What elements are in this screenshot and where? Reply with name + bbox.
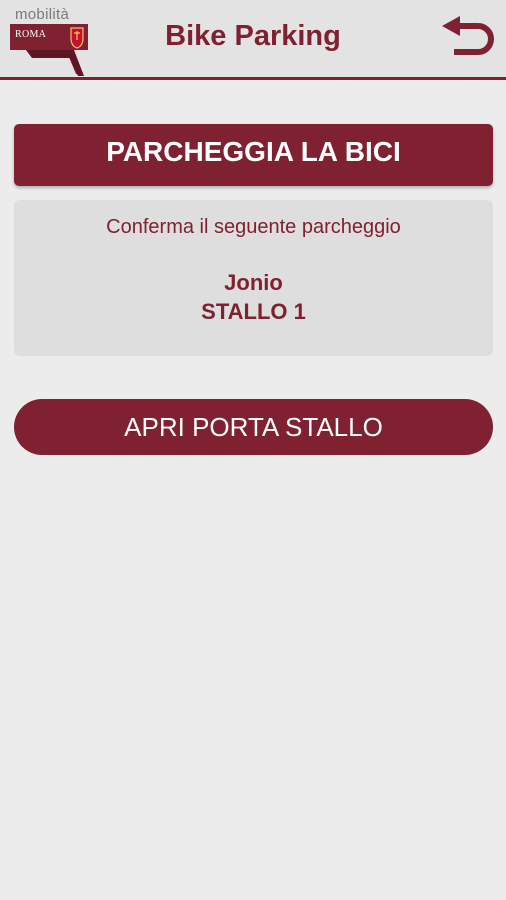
undo-arrow-icon [442, 16, 494, 55]
open-stall-door-button[interactable]: APRI PORTA STALLO [14, 399, 493, 455]
app-screen: mobilità ROMA Bike Parking PARCHEGGIA LA… [0, 0, 506, 900]
page-title: Bike Parking [165, 20, 341, 52]
confirm-parking-card: Conferma il seguente parcheggio Jonio ST… [14, 200, 493, 356]
back-button[interactable] [440, 16, 496, 64]
app-header: mobilità ROMA Bike Parking [0, 0, 506, 80]
parking-stall-name: STALLO 1 [201, 299, 306, 324]
section-title-banner: PARCHEGGIA LA BICI [14, 124, 493, 186]
confirm-prompt-text: Conferma il seguente parcheggio [106, 216, 401, 238]
parking-location-name: Jonio [224, 270, 283, 295]
